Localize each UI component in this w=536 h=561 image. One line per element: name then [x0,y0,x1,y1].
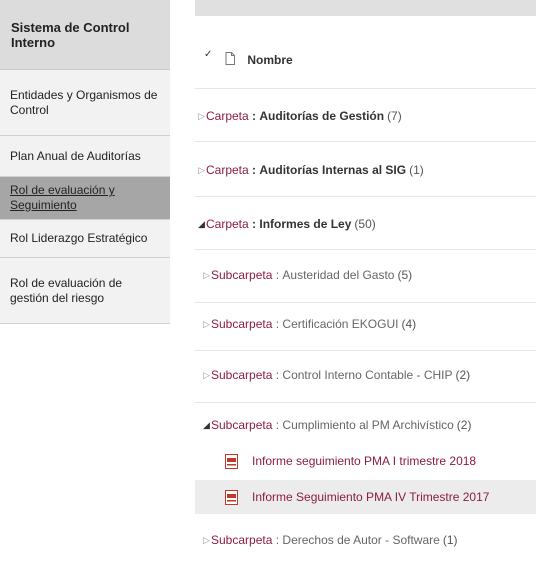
list-header: ✓ Nombre [195,40,536,80]
select-all-checkmark-icon[interactable]: ✓ [204,49,212,60]
folder-name[interactable]: Auditorías de Gestión [259,109,384,123]
sidebar-title: Sistema de Control Interno [0,0,170,70]
subfolder-keyword: Subcarpeta [211,418,273,432]
subfolder-count: (5) [397,268,413,282]
sidebar-item-label: Rol Liderazgo Estratégico [10,231,148,245]
sidebar-item-entidades[interactable]: Entidades y Organismos de Control [0,70,170,136]
folder-count: (7) [387,109,402,123]
subfolder-count: (1) [442,533,458,547]
sidebar-item-label: Rol de evaluación de gestión del riesgo [10,275,123,305]
folder-row[interactable]: ▷ Carpeta : Auditorías de Gestión (7) [195,105,536,127]
expand-arrow-icon[interactable]: ▷ [198,111,206,122]
subfolder-row[interactable]: ▷ Subcarpeta : Austeridad del Gasto (5) [195,264,536,286]
subfolder-name[interactable]: Cumplimiento al PM Archivístico [282,418,453,432]
folder-count: (50) [354,217,376,231]
file-row[interactable]: Informe seguimiento PMA I trimestre 2018 [195,448,536,474]
subfolder-keyword: Subcarpeta [211,268,273,282]
sidebar-item-rol-liderazgo[interactable]: Rol Liderazgo Estratégico [0,220,170,258]
subfolder-keyword: Subcarpeta [211,368,273,382]
subfolder-row-expanded[interactable]: ◢ Subcarpeta : Cumplimiento al PM Archiv… [195,414,536,436]
subfolder-keyword: Subcarpeta [211,317,273,331]
sidebar-item-label: Entidades y Organismos de Control [10,87,158,117]
subfolder-name[interactable]: Certificación EKOGUI [282,317,398,331]
folder-name[interactable]: Informes de Ley [259,217,351,231]
folder-row[interactable]: ▷ Carpeta : Auditorías Internas al SIG (… [195,159,536,181]
collapse-arrow-icon[interactable]: ◢ [198,219,206,230]
sidebar-item-rol-evaluacion-seguimiento[interactable]: Rol de evaluación y Seguimiento [0,177,170,220]
folder-keyword: Carpeta [206,217,249,231]
subfolder-name[interactable]: Austeridad del Gasto [282,268,394,282]
subfolder-name[interactable]: Derechos de Autor - Software [282,533,439,547]
sidebar-item-rol-riesgo[interactable]: Rol de evaluación de gestión del riesgo [0,258,170,324]
top-bar [195,0,536,16]
file-link[interactable]: Informe seguimiento PMA I trimestre 2018 [252,454,476,468]
expand-arrow-icon[interactable]: ▷ [203,270,211,281]
column-header-nombre[interactable]: Nombre [247,53,292,67]
folder-name[interactable]: Auditorías Internas al SIG [259,163,406,177]
pdf-file-icon [225,453,238,469]
sidebar-item-label: Rol de evaluación y Seguimiento [10,183,115,212]
file-row[interactable]: Informe Seguimiento PMA IV Trimestre 201… [195,480,536,514]
subfolder-keyword: Subcarpeta [211,533,273,547]
expand-arrow-icon[interactable]: ▷ [203,370,211,381]
file-link[interactable]: Informe Seguimiento PMA IV Trimestre 201… [252,490,489,504]
subfolder-row[interactable]: ▷ Subcarpeta : Derechos de Autor - Softw… [195,529,536,551]
subfolder-row[interactable]: ▷ Subcarpeta : Control Interno Contable … [195,364,536,386]
folder-keyword: Carpeta [206,109,249,123]
expand-arrow-icon[interactable]: ▷ [203,319,211,330]
expand-arrow-icon[interactable]: ▷ [203,535,211,546]
subfolder-name[interactable]: Control Interno Contable - CHIP [282,368,452,382]
document-list: ✓ Nombre ▷ Carpeta : Auditorías de Gesti… [195,0,536,561]
collapse-arrow-icon[interactable]: ◢ [203,420,211,431]
sidebar: Sistema de Control Interno Entidades y O… [0,0,170,324]
expand-arrow-icon[interactable]: ▷ [198,165,206,176]
subfolder-count: (2) [455,368,471,382]
sidebar-item-plan-anual[interactable]: Plan Anual de Auditorías [0,136,170,177]
document-icon [225,52,236,68]
sidebar-item-label: Plan Anual de Auditorías [10,148,141,163]
folder-keyword: Carpeta [206,163,249,177]
subfolder-count: (2) [456,418,472,432]
folder-row-expanded[interactable]: ◢ Carpeta : Informes de Ley (50) [195,213,536,235]
subfolder-row[interactable]: ▷ Subcarpeta : Certificación EKOGUI (4) [195,313,536,335]
subfolder-count: (4) [401,317,417,331]
folder-count: (1) [409,163,424,177]
pdf-file-icon [225,489,238,505]
